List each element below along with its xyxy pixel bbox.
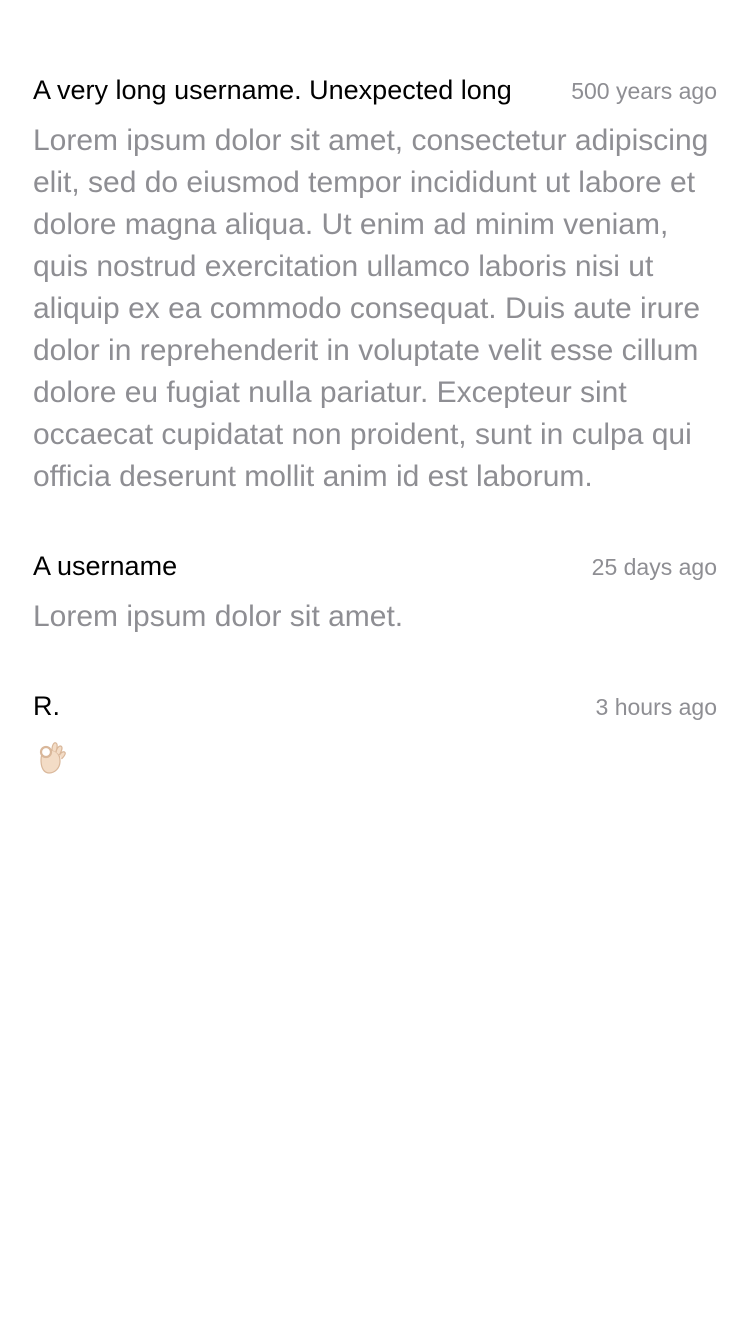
comments-screen: A very long username. Unexpected long 50…	[0, 0, 750, 1334]
comment-body	[33, 736, 717, 788]
comment-timestamp: 3 hours ago	[595, 694, 717, 720]
comment-header: A username 25 days ago	[33, 546, 717, 586]
comment-header: R. 3 hours ago	[33, 686, 717, 726]
comment-username[interactable]: A very long username. Unexpected long	[33, 70, 561, 110]
comment-item: A username 25 days ago Lorem ipsum dolor…	[33, 546, 717, 638]
comment-timestamp: 25 days ago	[591, 554, 717, 580]
comment-username[interactable]: A username	[33, 546, 582, 586]
comment-list: A very long username. Unexpected long 50…	[33, 70, 717, 836]
comment-body: Lorem ipsum dolor sit amet.	[33, 600, 404, 633]
comment-item: A very long username. Unexpected long 50…	[33, 70, 717, 498]
comment-username[interactable]: R.	[33, 686, 586, 726]
comment-item: R. 3 hours ago	[33, 686, 717, 788]
comment-timestamp: 500 years ago	[571, 78, 717, 104]
comment-header: A very long username. Unexpected long 50…	[33, 70, 717, 110]
ok-hand-emoji-icon	[33, 740, 69, 776]
comment-body: Lorem ipsum dolor sit amet, consectetur …	[33, 124, 709, 493]
